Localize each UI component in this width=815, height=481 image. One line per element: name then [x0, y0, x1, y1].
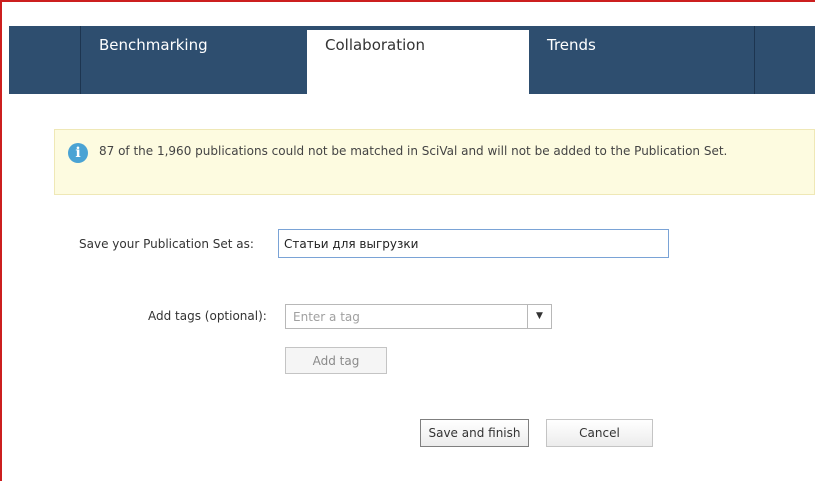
tab-trends[interactable]: Trends	[529, 26, 754, 94]
publication-set-name-label: Save your Publication Set as:	[79, 237, 254, 251]
tag-combobox[interactable]: ▼	[285, 304, 552, 329]
tab-label: Benchmarking	[99, 36, 208, 54]
info-icon: i	[68, 143, 88, 163]
notice-text: 87 of the 1,960 publications could not b…	[99, 144, 728, 158]
dropdown-arrow-icon[interactable]: ▼	[527, 305, 551, 328]
tab-collaboration[interactable]: Collaboration	[307, 26, 529, 94]
add-tag-button[interactable]: Add tag	[285, 347, 387, 374]
publication-set-name-input[interactable]	[278, 229, 669, 258]
tab-divider	[754, 26, 755, 94]
tab-bar: Benchmarking Collaboration Trends	[9, 26, 815, 94]
tags-label: Add tags (optional):	[148, 309, 267, 323]
save-and-finish-button[interactable]: Save and finish	[420, 419, 529, 447]
frame-top-border	[0, 0, 815, 2]
tag-input[interactable]	[286, 305, 526, 328]
cancel-button[interactable]: Cancel	[546, 419, 653, 447]
frame-left-border	[0, 0, 2, 481]
tab-label: Trends	[547, 36, 596, 54]
info-notice: i 87 of the 1,960 publications could not…	[54, 129, 815, 195]
tab-label: Collaboration	[325, 36, 425, 54]
tab-benchmarking[interactable]: Benchmarking	[80, 26, 308, 94]
